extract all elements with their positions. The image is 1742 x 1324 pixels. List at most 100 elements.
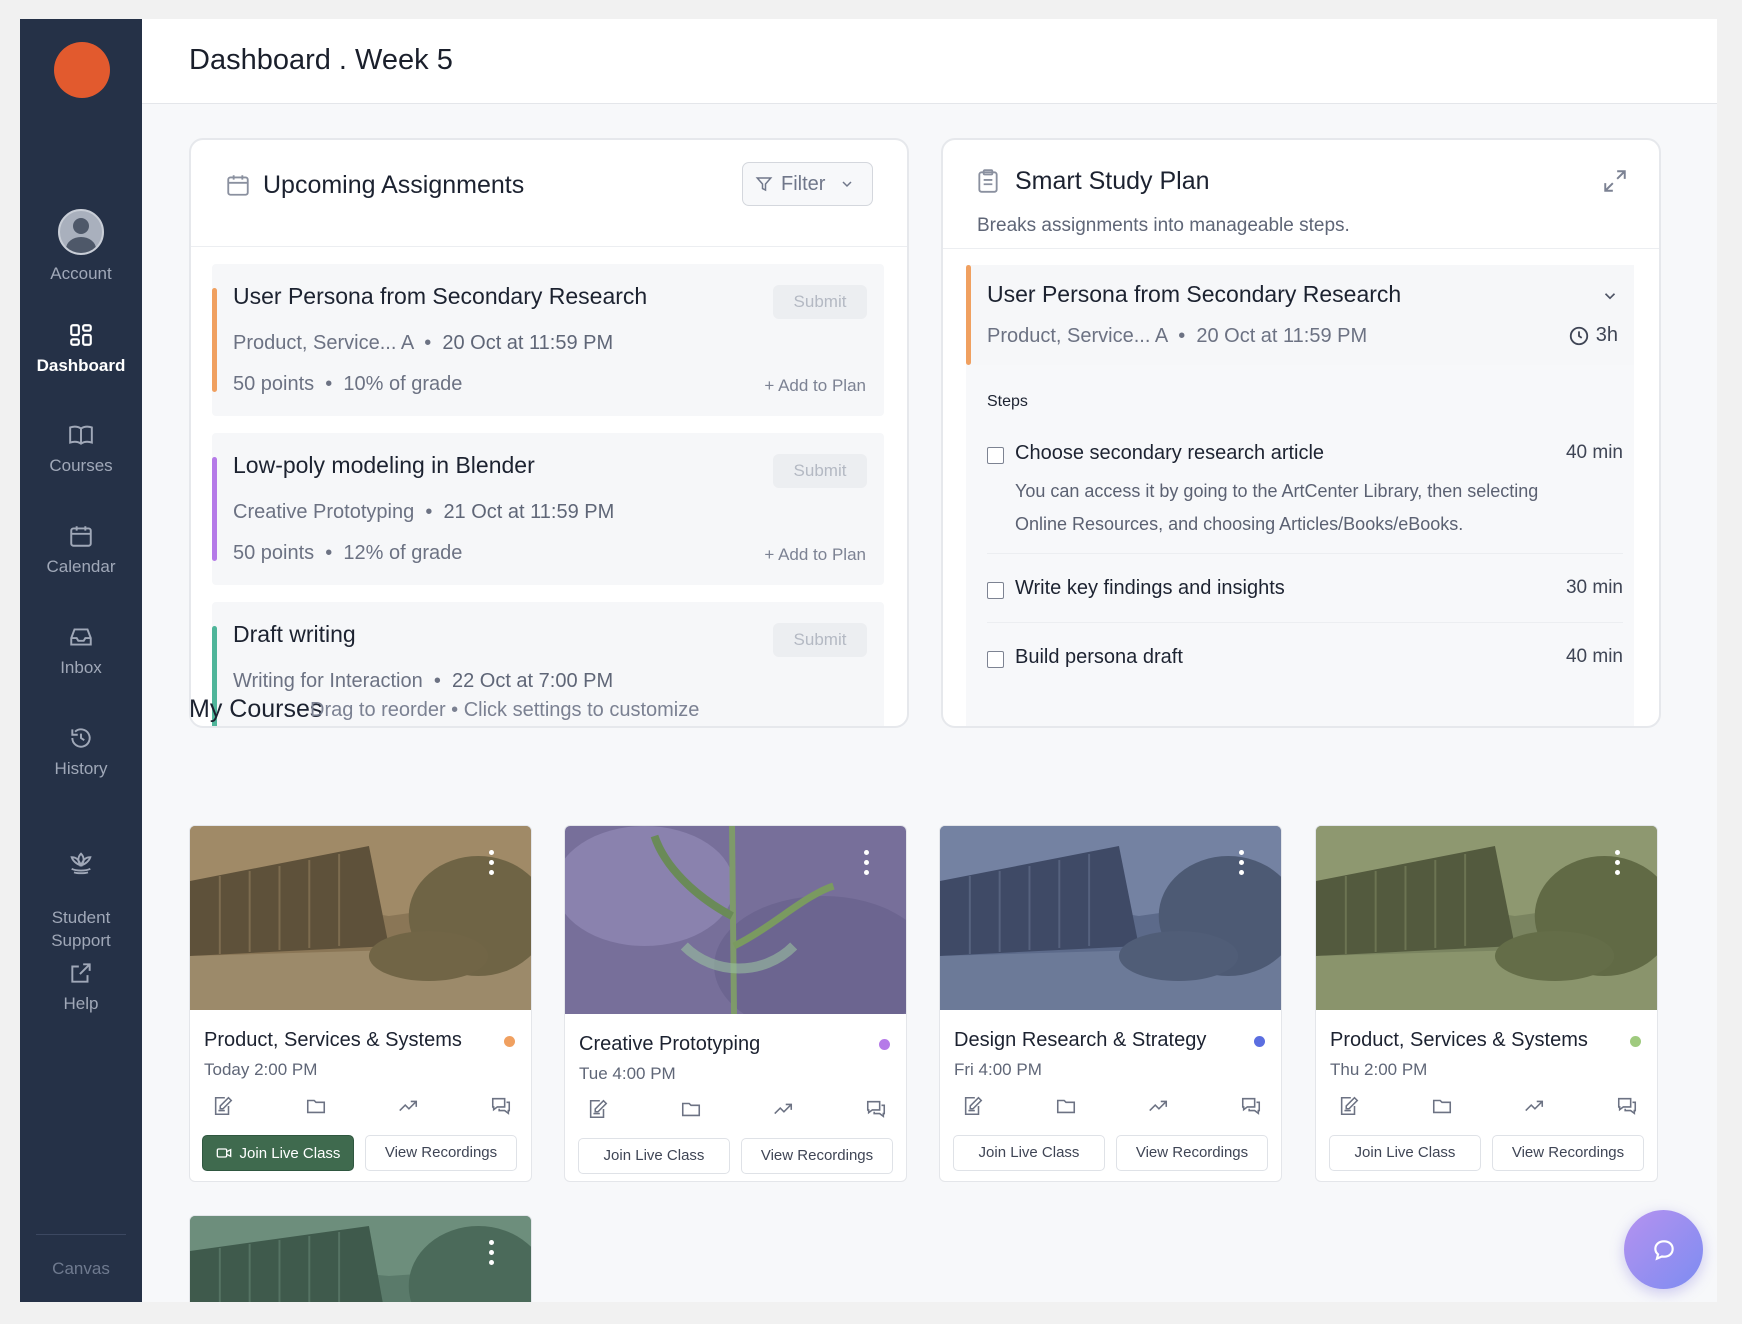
sidebar-item-account[interactable]: Account (20, 209, 142, 285)
step-checkbox[interactable] (987, 447, 1004, 464)
app-window: Account Dashboard Courses Calendar Inbox… (20, 19, 1717, 1302)
add-to-plan-button[interactable]: + Add to Plan (764, 376, 866, 396)
filter-button[interactable]: Filter (742, 162, 873, 206)
course-card[interactable]: Product, Services & Systems Thu 2:00 PM … (1315, 825, 1658, 1182)
top-bar: Dashboard . Week 5 (142, 19, 1717, 104)
assignment-edit-icon[interactable] (1338, 1095, 1360, 1117)
assignment-item[interactable]: User Persona from Secondary Research Sub… (212, 264, 884, 416)
assignment-edit-icon[interactable] (587, 1098, 609, 1120)
add-to-plan-button[interactable]: + Add to Plan (764, 545, 866, 565)
smart-study-plan-card: Smart Study Plan Breaks assignments into… (941, 138, 1661, 728)
submit-button[interactable]: Submit (773, 285, 867, 319)
discussion-icon[interactable] (1240, 1095, 1262, 1117)
clock-icon (1569, 326, 1588, 345)
step-checkbox[interactable] (987, 651, 1004, 668)
assignment-edit-icon[interactable] (962, 1095, 984, 1117)
card-header: Upcoming Assignments Filter (191, 140, 907, 247)
assignment-grade-info: 50 points • 12% of grade (233, 542, 463, 564)
study-plan-assignment[interactable]: User Persona from Secondary Research Pro… (966, 265, 1634, 365)
step-checkbox[interactable] (987, 582, 1004, 599)
step-divider (987, 553, 1623, 554)
course-card[interactable]: Product, Services & Systems Today 2:00 P… (189, 825, 532, 1182)
dashboard-icon (70, 324, 92, 346)
step-title: Write key findings and insights (1015, 577, 1285, 599)
view-recordings-button[interactable]: View Recordings (365, 1135, 517, 1171)
clipboard-icon (978, 169, 998, 193)
join-live-class-button[interactable]: Join Live Class (202, 1135, 354, 1171)
book-icon (69, 425, 93, 445)
view-recordings-button[interactable]: View Recordings (1116, 1135, 1268, 1171)
course-title: Product, Services & Systems (1330, 1029, 1588, 1051)
inbox-icon (70, 628, 92, 646)
folder-icon[interactable] (1055, 1095, 1077, 1117)
step-title: Build persona draft (1015, 646, 1183, 668)
folder-icon[interactable] (1431, 1095, 1453, 1117)
discussion-icon[interactable] (1616, 1095, 1638, 1117)
assignment-edit-icon[interactable] (212, 1095, 234, 1117)
sidebar-item-help[interactable]: Help (20, 960, 142, 1015)
plan-duration: 3h (1568, 324, 1618, 347)
course-quick-actions (1338, 1095, 1638, 1117)
chat-button[interactable] (1624, 1210, 1703, 1289)
card-title: Smart Study Plan (1015, 167, 1210, 195)
more-options-icon[interactable] (1239, 850, 1245, 880)
view-recordings-button[interactable]: View Recordings (741, 1138, 893, 1174)
card-header: Smart Study Plan Breaks assignments into… (943, 140, 1659, 249)
sidebar-item-history[interactable]: History (20, 725, 142, 780)
submit-button[interactable]: Submit (773, 454, 867, 488)
sidebar-item-calendar[interactable]: Calendar (20, 523, 142, 578)
trending-up-icon[interactable] (1523, 1095, 1545, 1117)
assignment-title: User Persona from Secondary Research (233, 283, 648, 309)
course-card[interactable]: Creative Prototyping Tue 4:00 PM Join Li… (564, 825, 907, 1182)
sidebar-item-label: Inbox (60, 658, 102, 677)
history-icon (71, 728, 91, 748)
sidebar-item-label: Help (63, 994, 99, 1013)
sidebar-item-courses[interactable]: Courses (20, 422, 142, 477)
study-step: Build persona draft 40 min (987, 646, 1623, 676)
more-options-icon[interactable] (489, 1240, 495, 1270)
assignment-item[interactable]: Low-poly modeling in Blender Submit Crea… (212, 433, 884, 585)
submit-button[interactable]: Submit (773, 623, 867, 657)
sidebar-item-label: Calendar (46, 557, 116, 576)
join-live-class-button[interactable]: Join Live Class (953, 1135, 1105, 1171)
join-live-class-button[interactable]: Join Live Class (1329, 1135, 1481, 1171)
filter-icon (755, 177, 773, 192)
trending-up-icon[interactable] (772, 1098, 794, 1120)
sidebar-item-student-support[interactable]: Student Support (20, 826, 142, 952)
card-title: Upcoming Assignments (263, 171, 525, 199)
folder-icon[interactable] (680, 1098, 702, 1120)
course-card[interactable]: Design Research & Strategy Fri 4:00 PM J… (939, 825, 1282, 1182)
more-options-icon[interactable] (1615, 850, 1621, 880)
sidebar-item-dashboard[interactable]: Dashboard (20, 322, 142, 377)
course-title: Design Research & Strategy (954, 1029, 1207, 1051)
course-card[interactable] (189, 1215, 532, 1302)
trending-up-icon[interactable] (1147, 1095, 1169, 1117)
more-options-icon[interactable] (864, 850, 870, 880)
more-options-icon[interactable] (489, 850, 495, 880)
assignment-title: Low-poly modeling in Blender (233, 452, 535, 478)
external-link-icon (71, 963, 91, 983)
course-color-bar (966, 265, 971, 365)
join-live-class-button[interactable]: Join Live Class (578, 1138, 730, 1174)
expand-icon[interactable] (1602, 168, 1628, 194)
course-color-bar (212, 288, 217, 392)
course-color-dot (1254, 1036, 1265, 1047)
video-icon (216, 1148, 231, 1158)
sidebar-footer: Canvas (52, 1259, 110, 1278)
app-logo[interactable] (54, 42, 110, 98)
discussion-icon[interactable] (865, 1098, 887, 1120)
section-title: My Courses (189, 695, 323, 723)
sidebar-item-label: Dashboard (36, 356, 126, 375)
step-duration: 30 min (1565, 577, 1623, 598)
discussion-icon[interactable] (490, 1095, 512, 1117)
view-recordings-button[interactable]: View Recordings (1492, 1135, 1644, 1171)
course-color-dot (879, 1039, 890, 1050)
study-step: Choose secondary research article 40 min… (987, 442, 1623, 542)
sidebar-item-inbox[interactable]: Inbox (20, 624, 142, 679)
folder-icon[interactable] (305, 1095, 327, 1117)
chevron-down-icon[interactable] (1601, 287, 1619, 305)
steps-label: Steps (987, 393, 1028, 410)
course-title: Creative Prototyping (579, 1033, 761, 1055)
course-cover-image (565, 826, 906, 1014)
trending-up-icon[interactable] (397, 1095, 419, 1117)
